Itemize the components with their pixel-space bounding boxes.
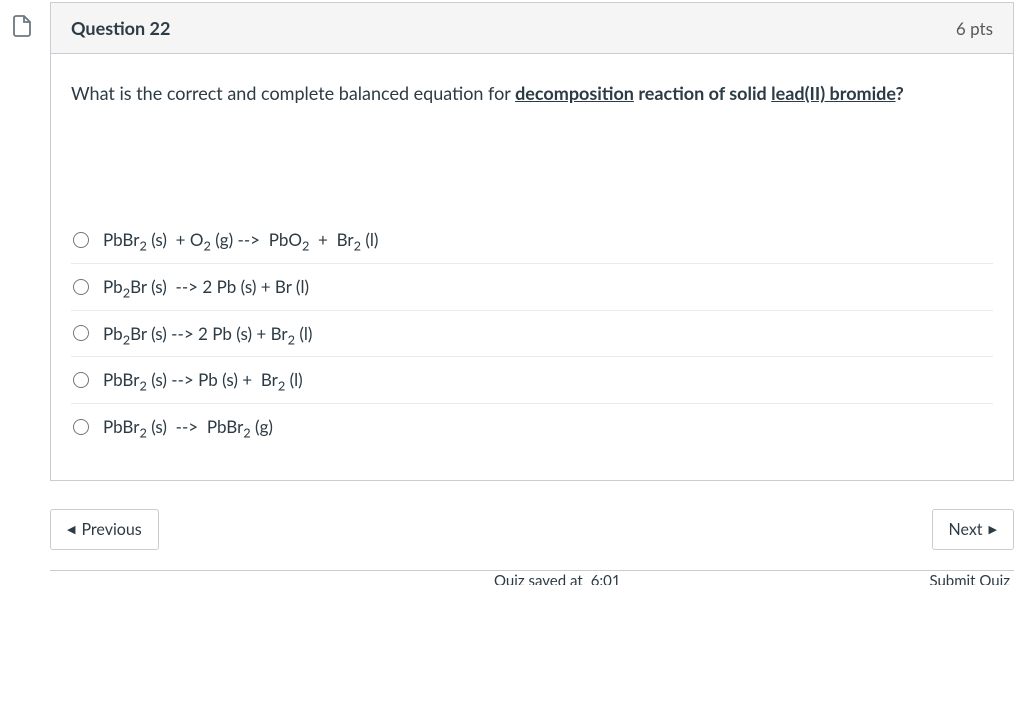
question-status-icon: [10, 14, 34, 38]
nav-row: ◀ Previous Next ▶: [50, 509, 1014, 550]
answer-option[interactable]: PbBr2 (s) + O2 (g) --> PbO2 + Br2 (l): [71, 217, 993, 264]
next-button[interactable]: Next ▶: [932, 509, 1014, 550]
question-header: Question 22 6 pts: [51, 3, 1013, 54]
answer-label: Pb2Br (s) --> 2 Pb (s) + Br2 (l): [103, 322, 312, 346]
chevron-right-icon: ▶: [989, 524, 997, 535]
answer-label: PbBr2 (s) --> PbBr2 (g): [103, 415, 273, 439]
answer-label: Pb2Br (s) --> 2 Pb (s) + Br (l): [103, 275, 309, 299]
answer-option[interactable]: Pb2Br (s) --> 2 Pb (s) + Br (l): [71, 264, 993, 311]
previous-button[interactable]: ◀ Previous: [50, 509, 159, 550]
answer-radio[interactable]: [73, 419, 89, 435]
saved-status: Quiz saved at 6:01: [494, 572, 621, 585]
saved-time: 6:01: [591, 572, 621, 585]
answer-options: PbBr2 (s) + O2 (g) --> PbO2 + Br2 (l) Pb…: [71, 217, 993, 450]
answer-radio[interactable]: [73, 325, 89, 341]
separator: Quiz saved at 6:01 Submit Quiz: [50, 570, 1014, 600]
question-body: What is the correct and complete balance…: [51, 54, 1013, 480]
saved-prefix: Quiz saved at: [494, 572, 583, 585]
question-card: Question 22 6 pts What is the correct an…: [50, 2, 1014, 481]
answer-radio[interactable]: [73, 279, 89, 295]
answer-radio[interactable]: [73, 372, 89, 388]
answer-option[interactable]: PbBr2 (s) --> Pb (s) + Br2 (l): [71, 357, 993, 404]
next-label: Next: [949, 520, 983, 539]
previous-label: Previous: [81, 520, 141, 539]
chevron-left-icon: ◀: [67, 524, 75, 535]
answer-option[interactable]: PbBr2 (s) --> PbBr2 (g): [71, 404, 993, 450]
submit-label: Submit Quiz: [929, 572, 1010, 585]
submit-area: Submit Quiz: [929, 572, 1010, 585]
answer-label: PbBr2 (s) + O2 (g) --> PbO2 + Br2 (l): [103, 228, 378, 252]
question-prompt: What is the correct and complete balance…: [71, 80, 993, 107]
answer-radio[interactable]: [73, 232, 89, 248]
footer-row: Quiz saved at 6:01 Submit Quiz: [50, 571, 1014, 585]
answer-option[interactable]: Pb2Br (s) --> 2 Pb (s) + Br2 (l): [71, 311, 993, 358]
answer-label: PbBr2 (s) --> Pb (s) + Br2 (l): [103, 368, 303, 392]
question-points: 6 pts: [956, 18, 993, 39]
question-number: Question 22: [71, 17, 170, 39]
